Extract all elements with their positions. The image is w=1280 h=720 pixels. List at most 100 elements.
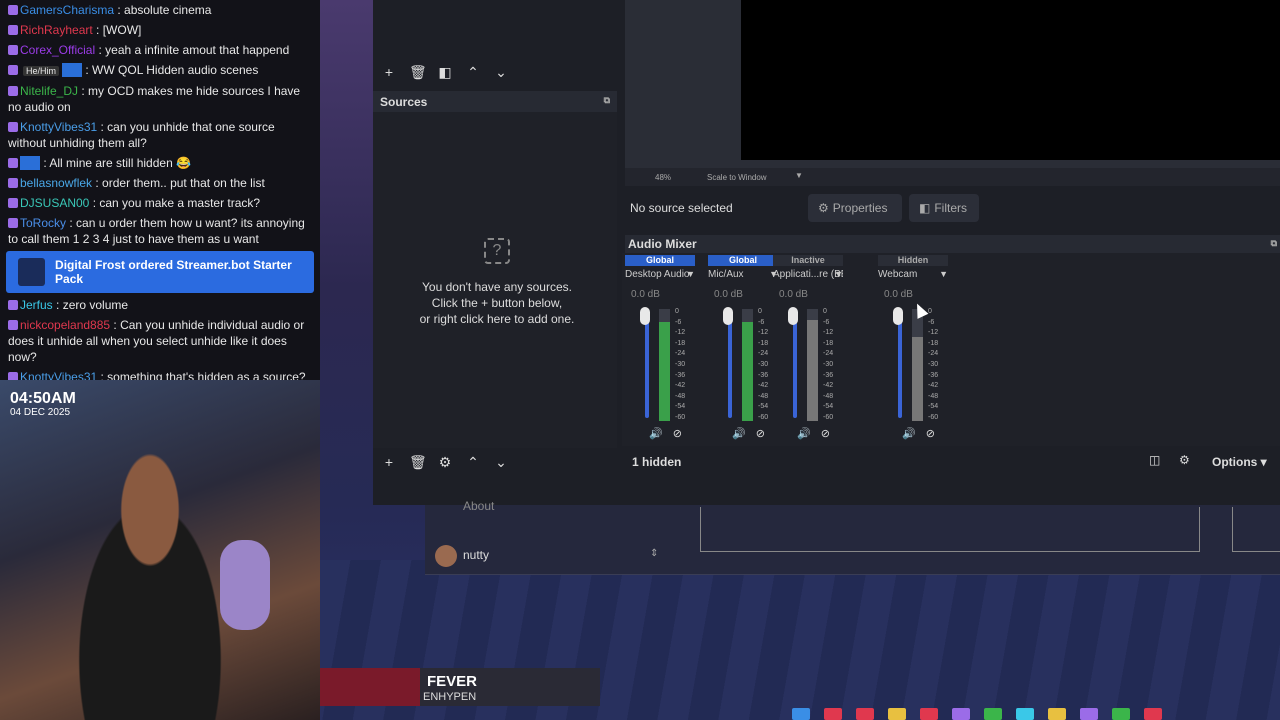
channel-name[interactable]: Desktop Audio [625, 269, 695, 280]
monitor-icon[interactable]: ⊘ [756, 427, 765, 440]
taskbar-app-icon[interactable] [1080, 708, 1098, 720]
speaker-icon[interactable]: 🔊 [797, 427, 811, 440]
speaker-icon[interactable]: 🔊 [732, 427, 746, 440]
chat-panel: GamersCharisma : absolute cinema RichRayh… [0, 0, 320, 404]
badge-icon [8, 178, 18, 188]
volume-track[interactable] [898, 310, 902, 418]
chat-message: He/Him : WW QOL Hidden audio scenes [0, 60, 320, 81]
source-up-icon[interactable]: ⌃ [465, 454, 481, 471]
add-scene-icon[interactable]: + [381, 64, 397, 80]
monitor-icon[interactable]: ⊘ [821, 427, 830, 440]
chat-username[interactable]: bellasnowflek [20, 176, 92, 190]
scale-mode[interactable]: Scale to Window [707, 173, 767, 182]
song-artist: ENHYPEN [423, 691, 477, 703]
chevron-down-icon[interactable]: ▼ [834, 269, 843, 279]
layout-icon[interactable]: ◫ [1149, 453, 1160, 467]
volume-track[interactable] [728, 310, 732, 418]
meter-fill [912, 337, 923, 421]
scene-filter-icon[interactable]: ◧ [437, 64, 453, 81]
options-menu[interactable]: Options ▾ [1212, 455, 1267, 469]
mixer-settings-icon[interactable]: ⚙ [1179, 453, 1190, 467]
chevron-down-icon[interactable]: ▼ [686, 269, 695, 279]
sources-empty-text: You don't have any sources. Click the + b… [419, 280, 575, 326]
taskbar-app-icon[interactable] [1144, 708, 1162, 720]
volume-slider[interactable] [723, 307, 733, 325]
monitor-icon[interactable]: ⊘ [926, 427, 935, 440]
add-source-icon[interactable]: + [381, 454, 397, 470]
taskbar-app-icon[interactable] [952, 708, 970, 720]
channel-db: 0.0 dB [884, 289, 913, 300]
preview-canvas[interactable] [741, 0, 1280, 160]
volume-track[interactable] [645, 310, 649, 418]
chat-username[interactable]: Corex_Official [20, 43, 95, 57]
taskbar-app-icon[interactable] [984, 708, 1002, 720]
taskbar-app-icon[interactable] [792, 708, 810, 720]
meter-scale: 0 -6 -12 -18 -24 -30 -36 -42 -48 -54 -60 [758, 308, 769, 421]
undock-icon[interactable]: ⧉ [1271, 238, 1277, 249]
chat-username[interactable]: ToRocky [20, 216, 66, 230]
channel-badge: Global [625, 255, 695, 266]
remove-scene-icon[interactable]: 🗑 [409, 64, 427, 81]
taskbar-app-icon[interactable] [888, 708, 906, 720]
taskbar-app-icon[interactable] [1112, 708, 1130, 720]
taskbar [780, 708, 1280, 720]
chat-text: : yeah a infinite amout that happend [95, 43, 290, 57]
chat-message: ToRocky : can u order them how u want? i… [0, 213, 320, 249]
remove-source-icon[interactable]: 🗑 [409, 454, 427, 471]
speaker-icon[interactable]: 🔊 [649, 427, 663, 440]
source-settings-icon[interactable]: ⚙ [437, 454, 453, 471]
chevron-down-icon[interactable]: ▼ [939, 269, 948, 279]
chat-text: : WW QOL Hidden audio scenes [82, 63, 259, 77]
taskbar-app-icon[interactable] [856, 708, 874, 720]
volume-slider[interactable] [640, 307, 650, 325]
input-box[interactable] [700, 507, 1200, 552]
mixer-channel: Hidden Webcam ▼ 0.0 dB 0 -6 -12 -18 -24 -30 -36… [878, 255, 948, 445]
move-up-icon[interactable]: ⌃ [465, 64, 481, 81]
taskbar-app-icon[interactable] [920, 708, 938, 720]
sources-title: Sources [380, 95, 428, 109]
properties-button[interactable]: ⚙ Properties [808, 194, 902, 222]
chat-username[interactable] [62, 63, 83, 77]
badge-icon [8, 158, 18, 168]
speaker-icon[interactable]: 🔊 [902, 427, 916, 440]
chat-username[interactable] [20, 156, 41, 170]
channel-db: 0.0 dB [631, 289, 660, 300]
chat-username[interactable]: RichRayheart [20, 23, 93, 37]
volume-slider[interactable] [893, 307, 903, 325]
song-title: FEVER [427, 673, 478, 690]
filters-button[interactable]: ◧ Filters [909, 194, 979, 222]
avatar [435, 545, 457, 567]
volume-slider[interactable] [788, 307, 798, 325]
monitor-icon[interactable]: ⊘ [673, 427, 682, 440]
chevron-down-icon[interactable]: ▼ [795, 171, 803, 180]
undock-icon[interactable]: ⧉ [604, 95, 610, 106]
taskbar-app-icon[interactable] [1048, 708, 1066, 720]
about-item[interactable]: About [463, 499, 494, 513]
channel-name[interactable]: Applicati...re (BETA) [773, 269, 843, 280]
chat-username[interactable]: nickcopeland885 [20, 318, 110, 332]
badge-icon [8, 25, 18, 35]
chat-username[interactable]: KnottyVibes31 [20, 120, 97, 134]
channel-name[interactable]: Mic/Aux [708, 269, 778, 280]
chevron-updown-icon[interactable]: ⇕ [650, 548, 658, 559]
source-down-icon[interactable]: ⌄ [493, 454, 509, 471]
chat-username[interactable]: GamersCharisma [20, 3, 114, 17]
input-box-2[interactable] [1232, 507, 1280, 552]
chat-text: : All mine are still hidden 😂 [40, 156, 192, 170]
user-name[interactable]: nutty [463, 548, 489, 562]
cam-time: 04:50AM [10, 390, 76, 407]
chat-username[interactable]: DJSUSAN00 [20, 196, 89, 210]
move-down-icon[interactable]: ⌄ [493, 64, 509, 81]
badge-icon [8, 218, 18, 228]
cam-date: 04 DEC 2025 [10, 407, 71, 418]
zoom-level: 48% [655, 173, 672, 182]
taskbar-app-icon[interactable] [1016, 708, 1034, 720]
channel-name[interactable]: Webcam [878, 269, 948, 280]
chat-username[interactable]: Nitelife_DJ [20, 84, 78, 98]
volume-track[interactable] [793, 310, 797, 418]
taskbar-app-icon[interactable] [824, 708, 842, 720]
chat-message: DJSUSAN00 : can you make a master track? [0, 193, 320, 213]
hidden-count[interactable]: 1 hidden [632, 455, 681, 469]
chat-message: KnottyVibes31 : can you unhide that one … [0, 117, 320, 153]
chat-username[interactable]: Jerfus [20, 298, 53, 312]
